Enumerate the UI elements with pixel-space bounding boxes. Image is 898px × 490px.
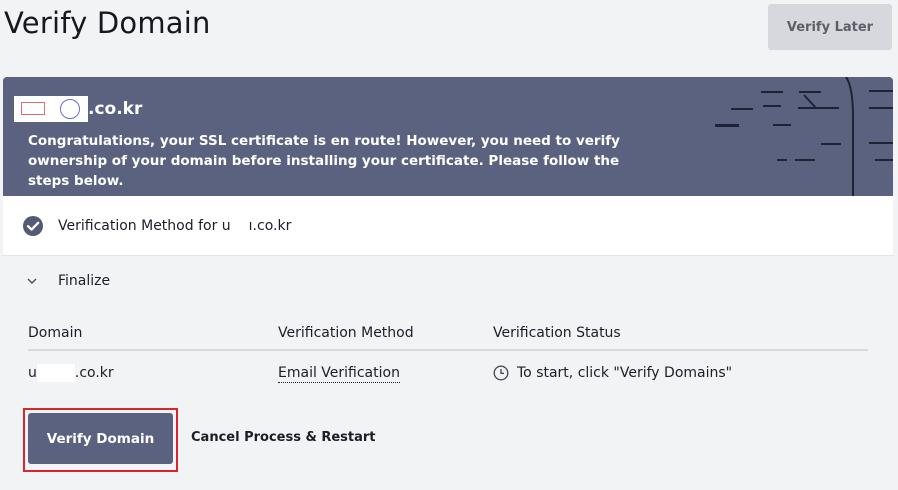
table-header: Domain Verification Method Verification …: [28, 317, 868, 351]
redaction-circle-icon: [60, 99, 80, 119]
row-domain-suffix: .co.kr: [74, 365, 114, 381]
banner-message: Congratulations, your SSL certificate is…: [28, 133, 620, 189]
redacted-cell-block: [36, 364, 75, 382]
row-status-text: To start, click "Verify Domains": [517, 365, 733, 381]
verify-later-button[interactable]: Verify Later: [768, 4, 892, 50]
email-verification-link[interactable]: Email Verification: [278, 365, 400, 383]
method-label-suffix: ı.co.kr: [248, 217, 292, 234]
finalize-label: Finalize: [58, 273, 111, 289]
check-circle-icon: [23, 215, 43, 236]
row-domain: u .co.kr: [28, 364, 278, 382]
row-domain-prefix: u: [28, 365, 37, 381]
info-banner: .co.kr Congratulations, your SSL certifi…: [3, 77, 893, 196]
circuit-decoration-icon: [715, 77, 893, 196]
header-verification-status: Verification Status: [493, 325, 621, 341]
redacted-domain-block: [230, 217, 249, 234]
domains-table: Domain Verification Method Verification …: [28, 317, 868, 395]
redaction-rect-icon: [21, 102, 45, 115]
finalize-toggle[interactable]: Finalize: [26, 273, 110, 289]
method-label-prefix: Verification Method for u: [58, 217, 231, 234]
chevron-down-icon: [27, 278, 37, 284]
verification-method-row[interactable]: Verification Method for u ı.co.kr: [3, 196, 893, 256]
verify-domain-button[interactable]: Verify Domain: [28, 413, 173, 464]
verification-method-label: Verification Method for u ı.co.kr: [58, 217, 292, 234]
verification-card: .co.kr Congratulations, your SSL certifi…: [3, 77, 893, 490]
banner-domain-suffix: .co.kr: [88, 99, 143, 119]
page-title: Verify Domain: [4, 6, 211, 40]
clock-icon: [493, 365, 509, 381]
table-row: u .co.kr Email Verification To start, cli…: [28, 351, 868, 395]
header-domain: Domain: [28, 325, 83, 341]
header-verification-method: Verification Method: [278, 325, 414, 341]
cancel-restart-link[interactable]: Cancel Process & Restart: [191, 430, 376, 445]
row-method: Email Verification: [278, 365, 493, 383]
row-status: To start, click "Verify Domains": [493, 365, 868, 381]
redacted-domain-box: [14, 96, 88, 122]
banner-domain: .co.kr: [14, 96, 142, 122]
